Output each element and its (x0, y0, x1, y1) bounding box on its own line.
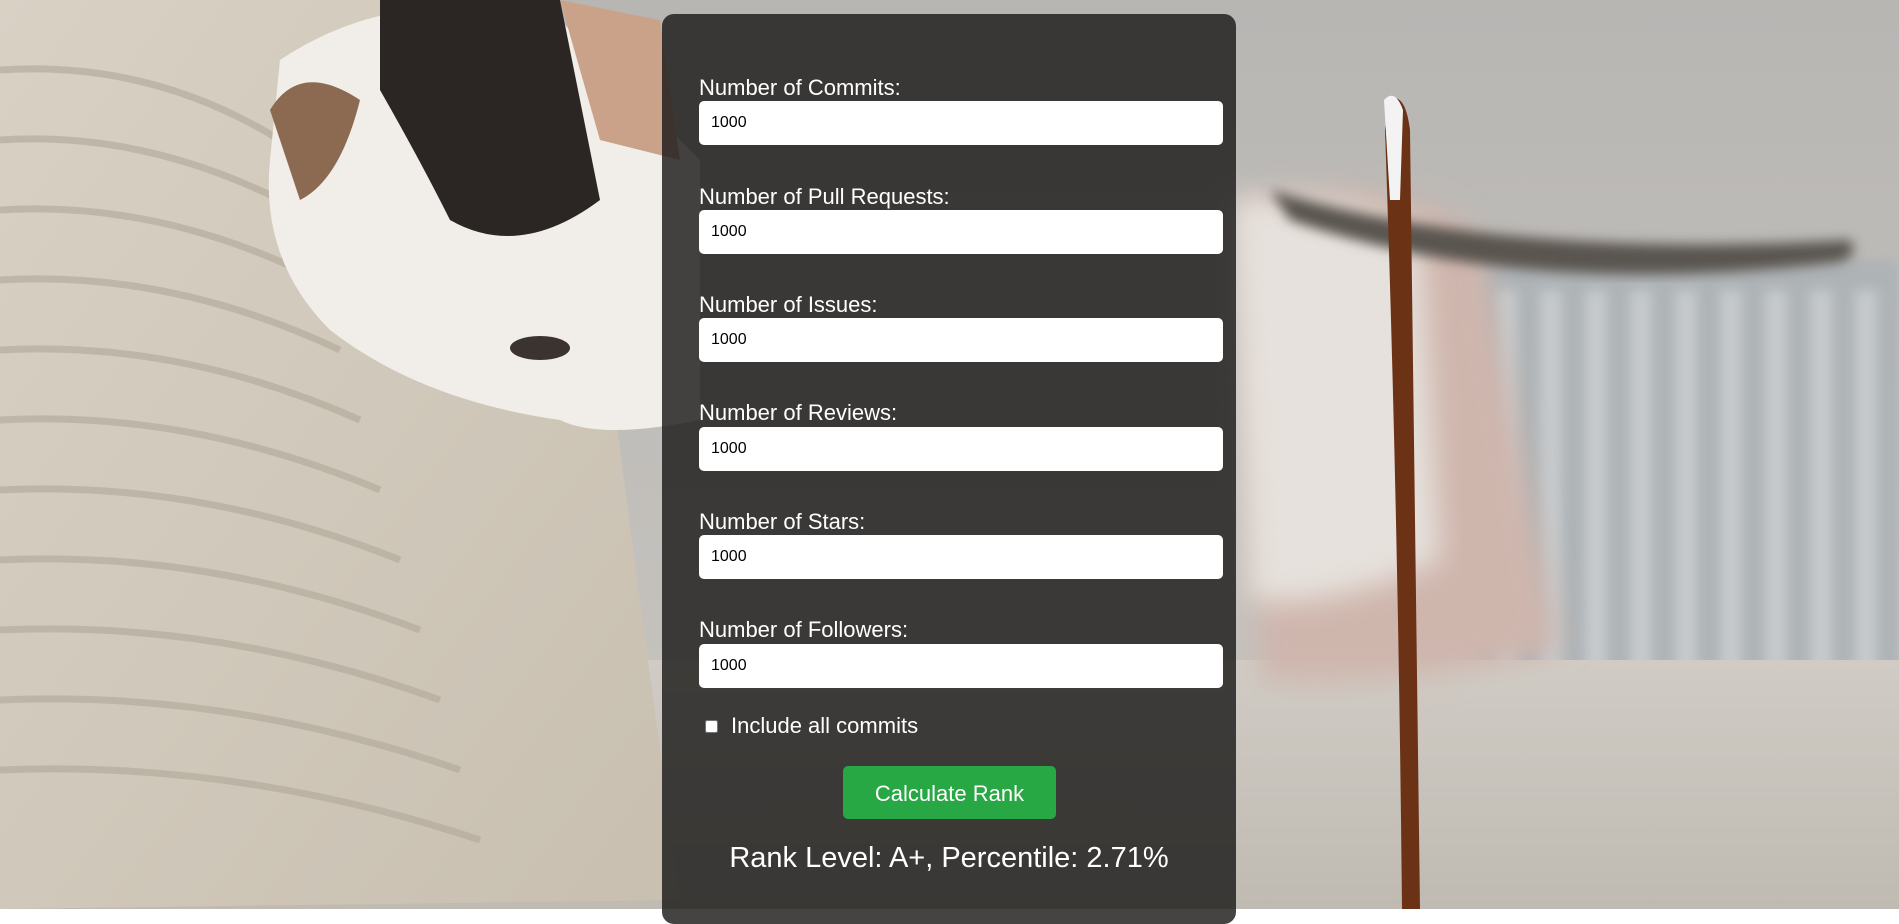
issues-input[interactable] (699, 318, 1223, 362)
include-all-commits-row[interactable]: Include all commits (705, 713, 918, 739)
include-all-commits-label[interactable]: Include all commits (731, 713, 918, 739)
reviews-label: Number of Reviews: (699, 400, 898, 425)
followers-input[interactable] (699, 644, 1223, 688)
followers-label: Number of Followers: (699, 617, 909, 642)
commits-label: Number of Commits: (699, 75, 901, 100)
pull-requests-input[interactable] (699, 210, 1223, 254)
pull-requests-label: Number of Pull Requests: (699, 184, 950, 209)
rank-result: Rank Level: A+, Percentile: 2.71% (729, 842, 1169, 874)
rank-calculator-form: Number of Commits: Number of Pull Reques… (662, 14, 1236, 924)
commits-input[interactable] (699, 101, 1223, 145)
reviews-input[interactable] (699, 427, 1223, 471)
include-all-commits-checkbox[interactable] (705, 719, 718, 733)
calculate-rank-button[interactable]: Calculate Rank (843, 766, 1056, 819)
stars-input[interactable] (699, 535, 1223, 579)
stars-label: Number of Stars: (699, 509, 866, 534)
issues-label: Number of Issues: (699, 292, 878, 317)
